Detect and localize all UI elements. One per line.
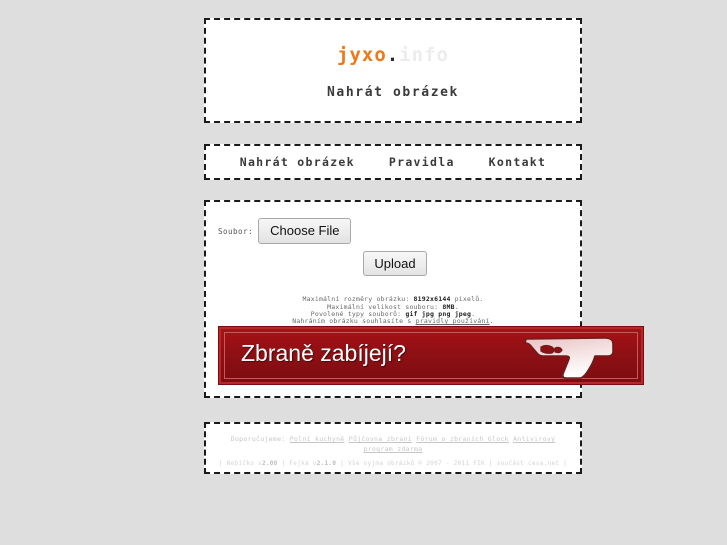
- header-block: jyxo.info Nahrát obrázek: [204, 18, 582, 123]
- nav-item-rules[interactable]: Pravidla: [389, 155, 455, 169]
- page-root: jyxo.info Nahrát obrázek Nahrát obrázek …: [0, 0, 727, 545]
- footer-link-glock-forum[interactable]: Fórum o zbraních Glock: [416, 435, 509, 443]
- nav-list: Nahrát obrázek Pravidla Kontakt: [240, 155, 547, 169]
- logo-brand: jyxo: [337, 44, 387, 66]
- upload-button[interactable]: Upload: [363, 251, 427, 277]
- choose-file-button[interactable]: Choose File: [258, 218, 352, 245]
- footer-meta: | Nebíčko v2.00 | Fejká v2.1.0 | Vše vyj…: [206, 460, 580, 467]
- footer-meta-c: | Vše vyjma obrázků © 2007 - 2011 FIK | …: [336, 460, 568, 467]
- logo-dot: .: [386, 44, 400, 66]
- footer-recommend-label: Doporučujeme:: [230, 435, 286, 443]
- nav-item-contact[interactable]: Kontakt: [489, 155, 547, 169]
- footer-block: Doporučujeme: Polní kuchyně Půjčovna zbr…: [204, 422, 582, 474]
- file-upload-row: Soubor: Choose File: [206, 202, 580, 245]
- terms-of-use-link[interactable]: pravidly používání: [416, 317, 490, 325]
- submit-row: Upload: [206, 251, 580, 277]
- advertisement-banner[interactable]: Zbraně zabíjejí?: [219, 327, 643, 384]
- footer-link-weapon-rental[interactable]: Půjčovna zbraní: [349, 435, 412, 443]
- page-title: Nahrát obrázek: [327, 85, 459, 100]
- footer-meta-b: | Fejká v: [277, 460, 317, 467]
- info-terms-suffix: .: [489, 317, 494, 326]
- logo-tld: info: [399, 44, 449, 66]
- footer-meta-version-2: 2.1.0: [316, 460, 337, 467]
- info-terms-prefix: Nahráním obrázku souhlasíte s: [292, 317, 416, 326]
- upload-restrictions-info: Maximální rozměry obrázku: 8192x6144 pix…: [206, 296, 580, 326]
- handgun-icon: [524, 337, 614, 379]
- banner-text: Zbraně zabíjejí?: [241, 340, 406, 366]
- navigation-block: Nahrát obrázek Pravidla Kontakt: [204, 144, 582, 180]
- footer-link-field-kitchen[interactable]: Polní kuchyně: [290, 435, 345, 443]
- site-logo[interactable]: jyxo.info: [206, 44, 580, 66]
- info-line-terms: Nahráním obrázku souhlasíte s pravidly p…: [206, 318, 580, 325]
- footer-meta-version-1: 2.00: [261, 460, 278, 467]
- file-input-label: Soubor:: [218, 226, 254, 236]
- nav-item-upload[interactable]: Nahrát obrázek: [240, 155, 355, 169]
- footer-meta-a: | Nebíčko v: [218, 460, 262, 467]
- footer-recommendations: Doporučujeme: Polní kuchyně Půjčovna zbr…: [206, 434, 580, 454]
